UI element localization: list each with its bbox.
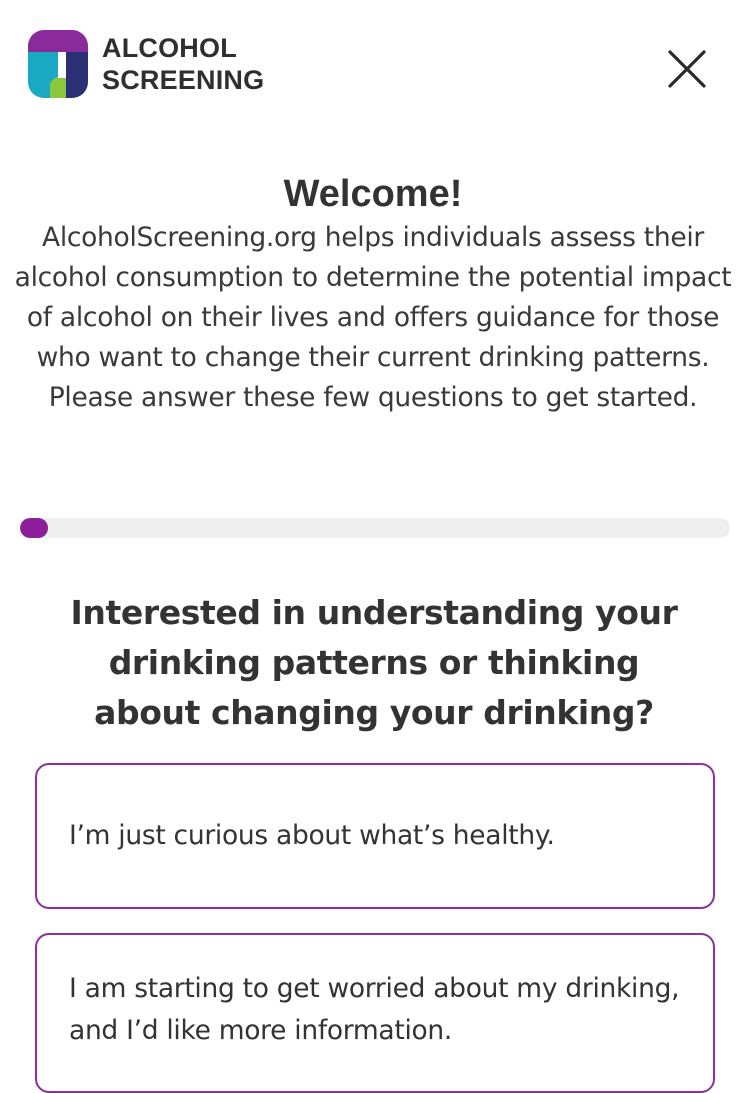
answer-option-curious[interactable]: I’m just curious about what’s healthy. [35, 763, 715, 909]
welcome-section: Welcome! AlcoholScreening.org helps indi… [14, 170, 732, 418]
question-text: Interested in understanding your drinkin… [70, 593, 678, 732]
header: ALCOHOL SCREENING [0, 0, 746, 130]
alcohol-screening-logo-icon [28, 30, 88, 98]
logo-line-1: ALCOHOL [102, 33, 237, 63]
progress-bar [20, 518, 730, 538]
close-icon [668, 50, 706, 88]
logo-line-2: SCREENING [102, 65, 265, 95]
logo-link[interactable]: ALCOHOL SCREENING [28, 30, 264, 98]
welcome-description: AlcoholScreening.org helps individuals a… [14, 222, 732, 373]
welcome-body: AlcoholScreening.org helps individuals a… [14, 218, 732, 418]
welcome-title: Welcome! [283, 173, 463, 215]
answer-option-worried[interactable]: I am starting to get worried about my dr… [35, 933, 715, 1093]
close-button[interactable] [664, 46, 710, 92]
welcome-instruction: Please answer these few questions to get… [48, 382, 698, 413]
progress-bar-fill [20, 518, 49, 538]
logo-text: ALCOHOL SCREENING [102, 32, 264, 96]
